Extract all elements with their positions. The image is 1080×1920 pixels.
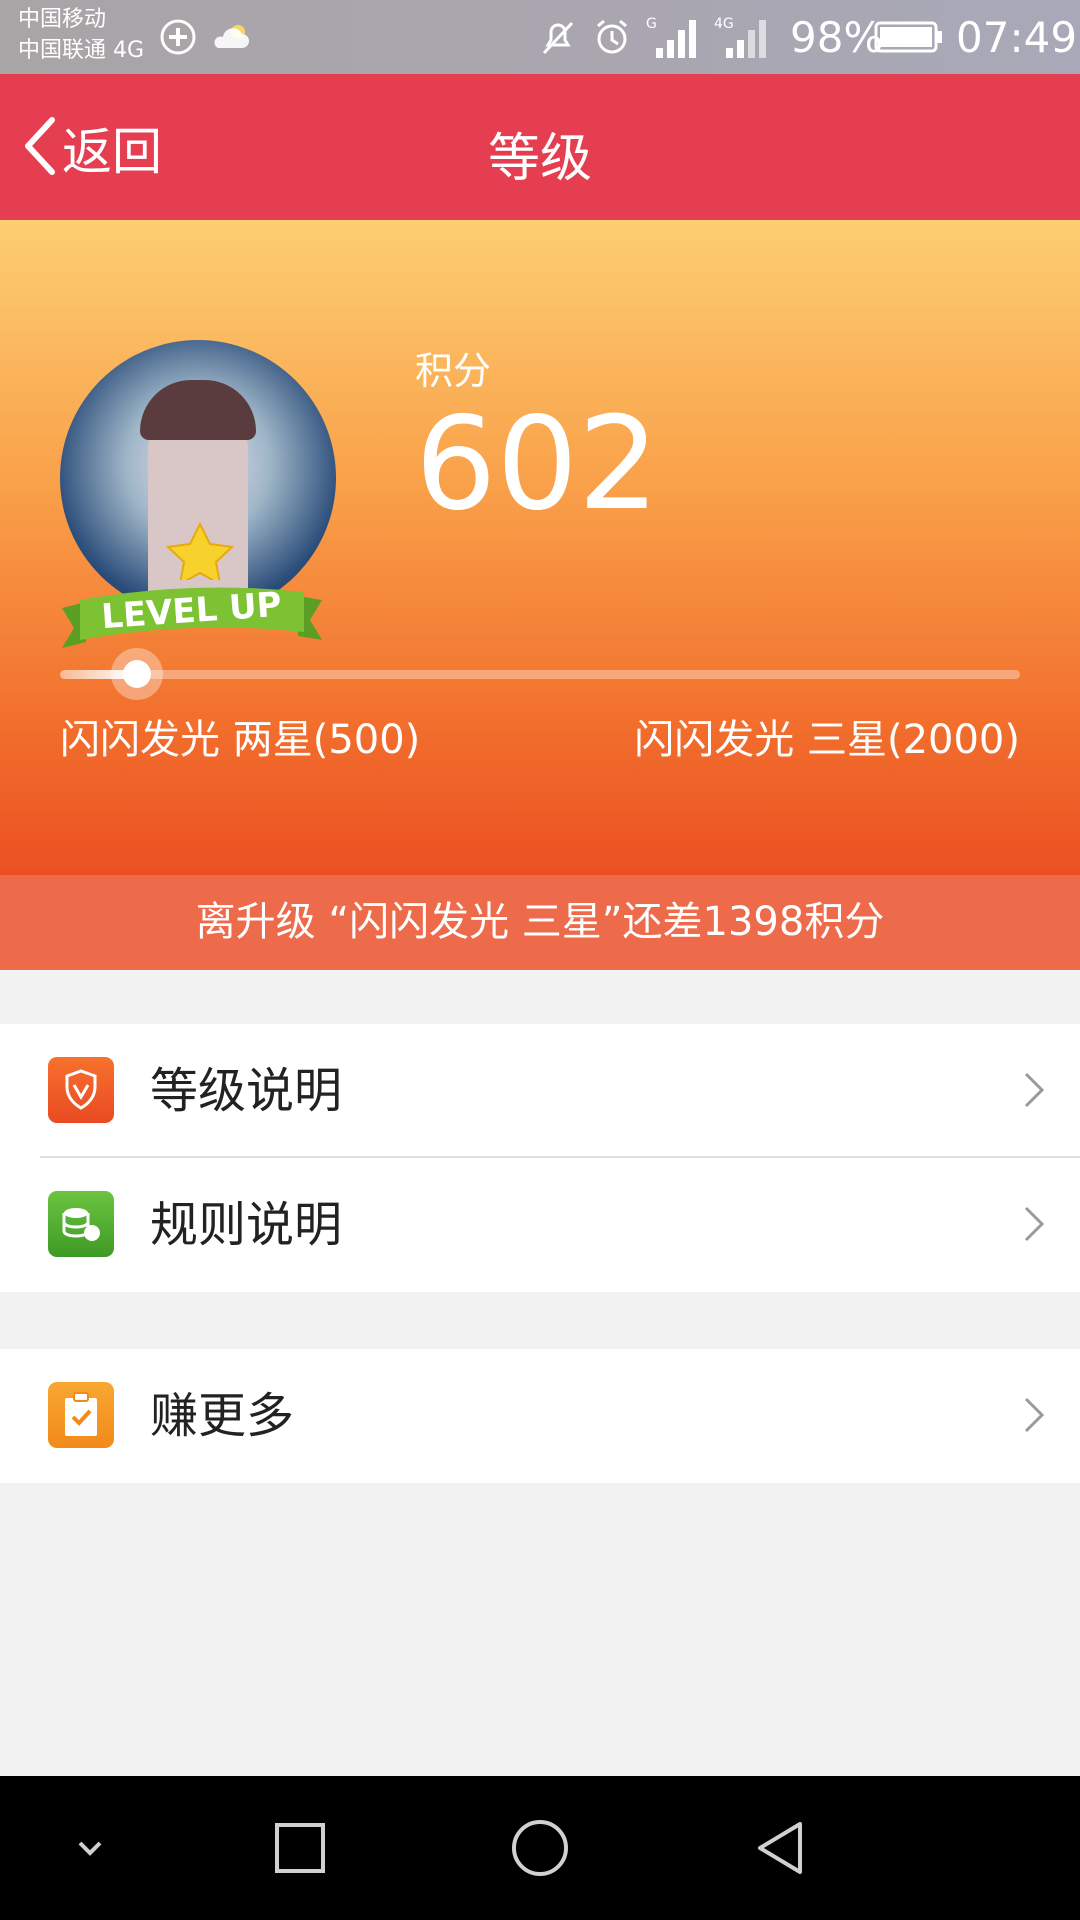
alarm-icon: [592, 14, 632, 60]
menu-item-label: 等级说明: [150, 1063, 343, 1119]
battery-percent: 98%: [790, 13, 884, 62]
menu-item-earn-more[interactable]: 赚更多: [0, 1349, 1080, 1483]
progress-knob: [110, 648, 163, 700]
mute-icon: [538, 14, 578, 60]
cloud-icon: [210, 14, 250, 60]
score-value: 602: [415, 390, 660, 539]
avatar[interactable]: [60, 340, 336, 616]
next-level-label: 闪闪发光 三星(2000): [634, 717, 1020, 763]
menu-group-earn: 赚更多: [0, 1349, 1080, 1483]
upgrade-hint-banner: 离升级 “闪闪发光 三星”还差1398积分: [0, 875, 1080, 970]
level-up-badge-text: LEVEL UP: [100, 585, 283, 637]
carrier-info: 中国移动 中国联通 4G: [18, 4, 144, 66]
menu-item-rules-explanation[interactable]: 规则说明: [0, 1158, 1080, 1292]
menu-item-label: 赚更多: [150, 1388, 295, 1444]
home-icon[interactable]: [480, 1776, 600, 1920]
svg-text:4G: 4G: [714, 16, 734, 32]
carrier-2: 中国联通 4G: [18, 38, 145, 63]
coins-icon: [48, 1191, 114, 1257]
menu-item-level-explanation[interactable]: 等级说明: [0, 1024, 1080, 1158]
chevron-right-icon: [1014, 1204, 1054, 1244]
star-icon: [165, 521, 235, 580]
carrier-1: 中国移动: [18, 7, 107, 32]
signal-g-icon: G: [646, 14, 704, 60]
battery-icon: [874, 14, 944, 60]
clipboard-check-icon: [48, 1382, 114, 1448]
back-triangle-icon[interactable]: [720, 1776, 840, 1920]
shield-icon: [48, 1057, 114, 1123]
menu-item-label: 规则说明: [150, 1197, 343, 1253]
recent-apps-icon[interactable]: [240, 1776, 360, 1920]
collapse-icon[interactable]: [30, 1776, 150, 1920]
svg-text:G: G: [646, 16, 657, 32]
level-up-badge: LEVEL UP: [62, 578, 322, 652]
chevron-right-icon: [1014, 1395, 1054, 1435]
menu-group-info: 等级说明 规则说明: [0, 1024, 1080, 1292]
plus-circle-icon: [158, 14, 198, 60]
status-bar: 中国移动 中国联通 4G G 4G 98% 07:49: [0, 0, 1080, 74]
avatar-hat: [140, 380, 256, 440]
clock: 07:49: [956, 13, 1078, 62]
system-nav-bar: [0, 1776, 1080, 1920]
score-label: 积分: [415, 349, 492, 393]
signal-4g-icon: 4G: [714, 14, 774, 60]
level-progress-bar: [60, 648, 1020, 700]
header-bar: 返回 等级: [0, 74, 1080, 220]
current-level-label: 闪闪发光 两星(500): [60, 717, 421, 763]
page-title: 等级: [487, 129, 592, 189]
chevron-right-icon: [1014, 1070, 1054, 1110]
level-hero: LEVEL UP 积分 602 闪闪发光 两星(500) 闪闪发光 三星(200…: [0, 220, 1080, 875]
